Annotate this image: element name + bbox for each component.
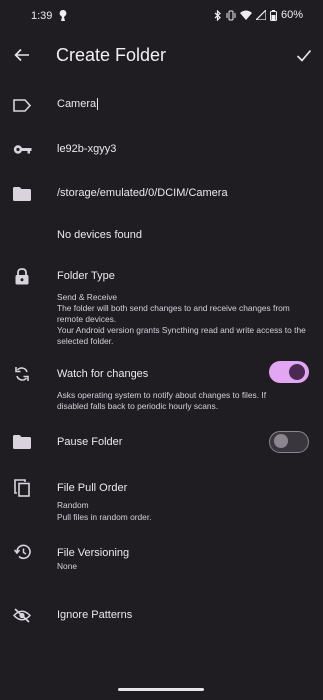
history-icon	[12, 542, 32, 562]
pull-order-description: Pull files in random order.	[57, 512, 152, 522]
key-icon	[12, 139, 32, 159]
folder-label-value: Camera	[57, 98, 97, 110]
devices-status: No devices found	[57, 229, 142, 241]
folder-type-value: Send & Receive	[57, 292, 118, 302]
wifi-icon	[239, 10, 252, 20]
folder-icon	[12, 184, 32, 204]
battery-percent: 60%	[280, 9, 303, 21]
vibrate-icon	[226, 10, 236, 21]
watch-toggle-thumb	[289, 364, 305, 380]
file-versioning-setting[interactable]: File Versioning None	[0, 541, 323, 575]
confirm-check-icon[interactable]	[294, 46, 314, 64]
versioning-value: None	[57, 561, 78, 571]
folder-type-title: Folder Type	[57, 270, 115, 282]
bluetooth-icon	[214, 9, 222, 21]
status-icons: 60%	[214, 9, 303, 21]
watch-for-changes-setting[interactable]: Watch for changes Asks operating system …	[0, 360, 323, 416]
folder-type-description: The folder will both send changes to and…	[57, 303, 290, 324]
label-icon	[12, 95, 32, 115]
ignore-title: Ignore Patterns	[57, 609, 133, 621]
notification-icon	[58, 10, 68, 22]
folder-path-field[interactable]: /storage/emulated/0/DCIM/Camera	[57, 187, 228, 199]
file-pull-order-setting[interactable]: File Pull Order Random Pull files in ran…	[0, 476, 323, 526]
back-arrow-icon[interactable]	[12, 46, 32, 64]
page-title: Create Folder	[56, 45, 167, 65]
watch-toggle[interactable]	[269, 361, 309, 383]
folder-type-setting[interactable]: Folder Type Send & Receive The folder wi…	[0, 262, 323, 354]
signal-icon	[255, 10, 266, 20]
ignore-patterns-setting[interactable]: Ignore Patterns	[0, 603, 323, 627]
status-bar: 1:39 60%	[0, 0, 323, 32]
folder-type-note: Your Android version grants Syncthing re…	[57, 325, 306, 346]
text-cursor	[97, 98, 99, 110]
folder-id-field[interactable]: le92b-xgyy3	[57, 143, 116, 155]
visibility-off-icon	[12, 605, 32, 625]
pause-folder-setting[interactable]: Pause Folder	[0, 430, 323, 456]
copy-icon	[12, 478, 32, 498]
pause-toggle[interactable]	[269, 431, 309, 453]
watch-title: Watch for changes	[57, 368, 149, 380]
pull-order-title: File Pull Order	[57, 482, 128, 494]
home-indicator[interactable]	[118, 688, 204, 691]
pull-order-value: Random	[57, 500, 89, 510]
versioning-title: File Versioning	[57, 547, 130, 559]
pause-toggle-thumb	[274, 434, 288, 448]
lock-icon	[12, 266, 32, 286]
pause-title: Pause Folder	[57, 436, 123, 448]
battery-icon	[269, 9, 277, 21]
status-time: 1:39	[31, 10, 53, 22]
sync-icon	[12, 364, 32, 384]
folder-icon	[12, 432, 32, 452]
watch-description: Asks operating system to notify about ch…	[57, 390, 267, 411]
folder-label-input[interactable]: Camera	[57, 98, 99, 110]
